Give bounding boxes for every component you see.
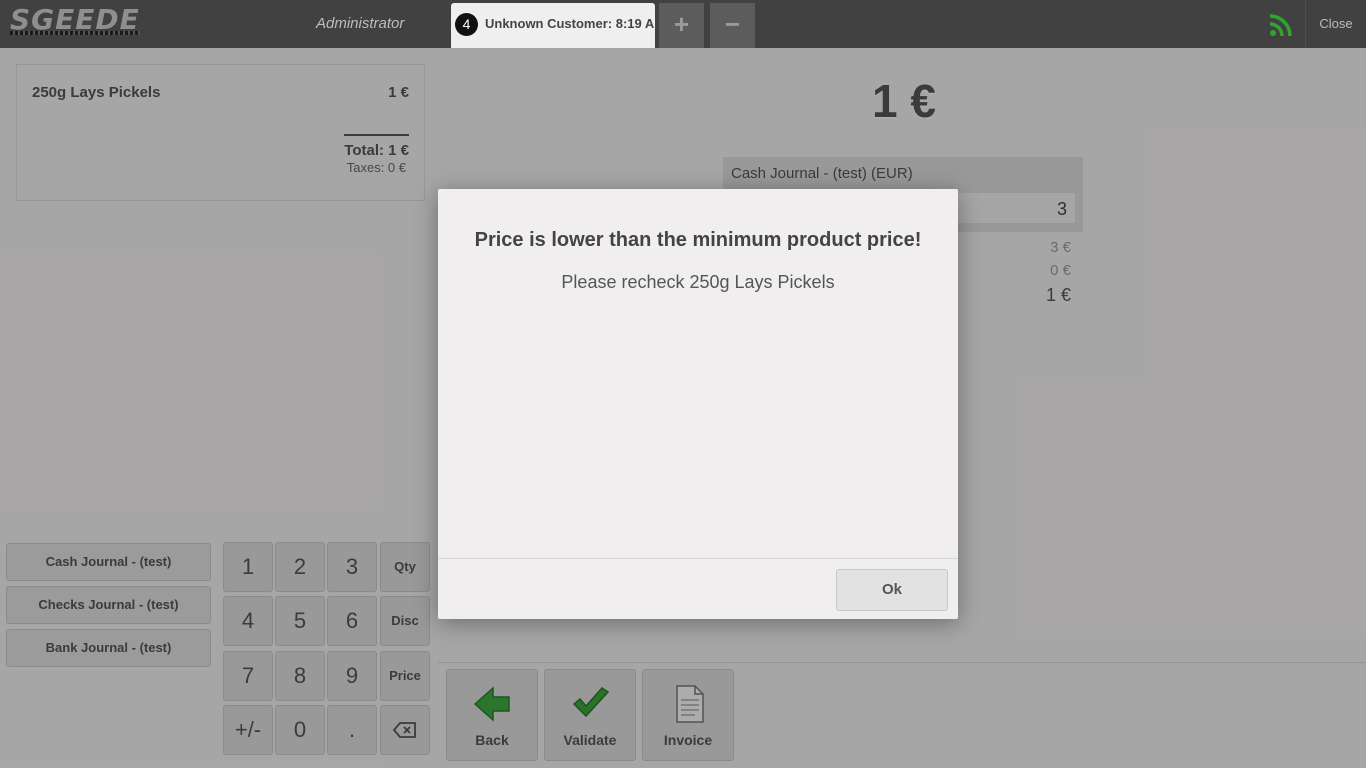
order-tab-selected[interactable]: 4 Unknown Customer: 8:19 AM	[451, 3, 665, 48]
remove-order-button[interactable]: −	[710, 3, 755, 48]
error-dialog: Price is lower than the minimum product …	[438, 189, 958, 619]
proxy-status-icon[interactable]	[1268, 12, 1294, 38]
close-button[interactable]: Close	[1305, 0, 1366, 48]
add-order-button[interactable]: +	[659, 3, 704, 48]
dialog-footer: Ok	[438, 558, 958, 619]
company-logo: SGEEDE	[8, 3, 148, 39]
top-bar: SGEEDE Administrator 4 Unknown Customer:…	[0, 0, 1366, 48]
username-label: Administrator	[316, 15, 405, 32]
order-sequence-badge: 4	[455, 13, 478, 36]
logo-tagline-graphic	[10, 31, 140, 35]
dialog-message: Please recheck 250g Lays Pickels	[561, 272, 835, 292]
ok-button[interactable]: Ok	[836, 569, 948, 611]
order-tab-label: Unknown Customer: 8:19 AM	[485, 16, 666, 31]
dialog-title: Price is lower than the minimum product …	[474, 229, 922, 251]
